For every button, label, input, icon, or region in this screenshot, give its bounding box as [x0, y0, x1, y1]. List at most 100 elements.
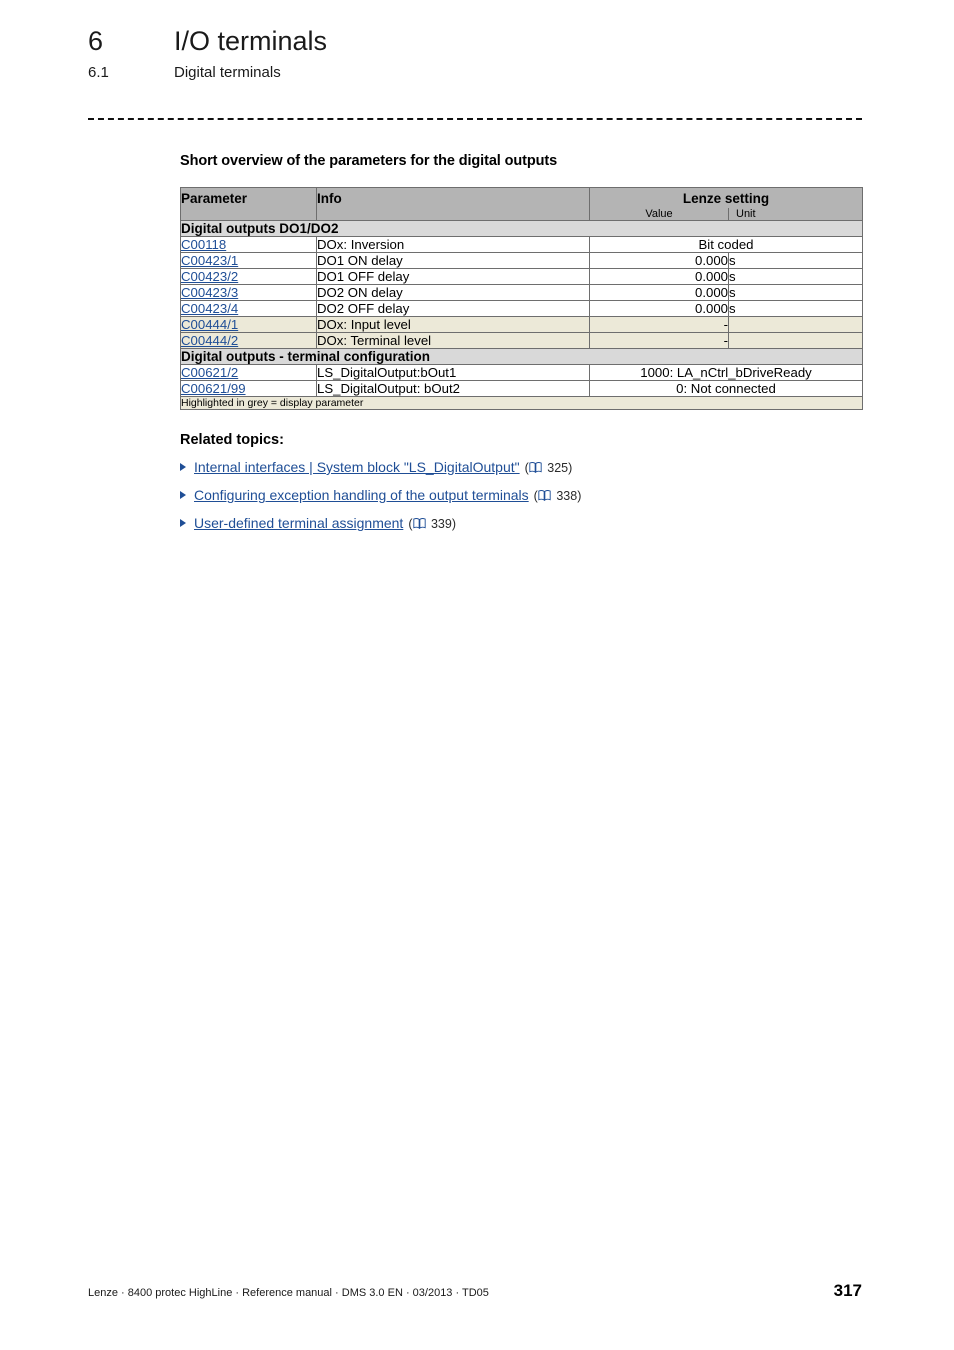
page-reference: ( 325) — [524, 461, 573, 475]
footer-text: Lenze · 8400 protec HighLine · Reference… — [88, 1287, 489, 1299]
table-row: C00118 DOx: Inversion Bit coded — [180, 236, 864, 253]
table-cell-parameter: C00118 — [180, 236, 317, 253]
related-topics-section: Related topics: Internal interfaces | Sy… — [180, 432, 862, 531]
table-cell-parameter: C00423/2 — [180, 268, 317, 285]
page-reference-number: 338 — [552, 489, 578, 503]
table-cell-info: DO1 ON delay — [316, 252, 590, 269]
table-cell-info: DOx: Input level — [316, 316, 590, 333]
table-cell-parameter: C00621/2 — [180, 364, 317, 381]
related-topic-item[interactable]: User-defined terminal assignment ( 339) — [180, 515, 862, 531]
related-topic-link[interactable]: Internal interfaces | System block "LS_D… — [194, 459, 520, 475]
table-cell-unit: s — [727, 284, 864, 301]
table-cell-parameter: C00444/2 — [180, 332, 317, 349]
table-cell-parameter: C00444/1 — [180, 316, 317, 333]
page-reference-number: 325 — [543, 461, 569, 475]
parameter-link[interactable]: C00118 — [181, 237, 226, 252]
table-cell-info: DO2 OFF delay — [316, 300, 590, 317]
column-subheader-unit: Unit — [727, 208, 864, 221]
parameter-link[interactable]: C00621/99 — [181, 381, 246, 396]
column-subheader-info-blank — [316, 208, 590, 221]
table-foot: Highlighted in grey = display parameter — [179, 396, 864, 410]
table-row: C00423/3 DO2 ON delay 0.000 s — [180, 284, 864, 301]
table-cell-unit — [727, 332, 864, 349]
table-cell-info: DOx: Inversion — [316, 236, 590, 253]
table-cell-value: Bit coded — [588, 236, 864, 253]
book-icon — [412, 517, 428, 531]
parameter-link[interactable]: C00423/2 — [181, 269, 238, 284]
related-topic-link[interactable]: User-defined terminal assignment — [194, 515, 403, 531]
bullet-arrow-icon — [180, 463, 186, 471]
table-cell-unit: s — [727, 300, 864, 317]
page-reference-number: 339 — [427, 517, 452, 531]
related-topic-item[interactable]: Configuring exception handling of the ou… — [180, 487, 862, 503]
table-row: C00423/2 DO1 OFF delay 0.000 s — [180, 268, 864, 285]
book-icon — [529, 461, 544, 475]
section-number: 6.1 — [88, 64, 109, 81]
footer-page-number: 317 — [833, 1281, 862, 1300]
table-cell-info: LS_DigitalOutput:bOut1 — [316, 364, 590, 381]
table-cell-unit: s — [727, 252, 864, 269]
page-content: Short overview of the parameters for the… — [179, 152, 864, 543]
chapter-title: I/O terminals — [174, 26, 328, 56]
parameter-link[interactable]: C00423/4 — [181, 301, 238, 316]
table-cell-unit: s — [727, 268, 864, 285]
table-footnote: Highlighted in grey = display parameter — [179, 396, 864, 410]
related-topics-list: Internal interfaces | System block "LS_D… — [180, 459, 862, 531]
parameter-link[interactable]: C00444/2 — [181, 333, 238, 348]
related-topic-item[interactable]: Internal interfaces | System block "LS_D… — [180, 459, 862, 475]
column-subheader-value: Value — [589, 208, 729, 221]
column-header-lenze-setting: Lenze setting — [588, 187, 864, 208]
parameter-link[interactable]: C00621/2 — [181, 365, 238, 380]
book-icon — [538, 489, 553, 503]
section-heading: 6.1 Digital terminals — [88, 63, 878, 83]
table-head: Parameter Info Lenze setting Value Unit — [180, 187, 864, 221]
table-group-title: Digital outputs DO1/DO2 — [179, 220, 864, 237]
column-subheader-parameter-blank — [180, 208, 317, 221]
chapter-heading: 6 I/O terminals — [88, 24, 878, 58]
bullet-arrow-icon — [180, 519, 186, 527]
table-cell-value: - — [589, 316, 729, 333]
parameter-table: Parameter Info Lenze setting Value Unit … — [179, 187, 864, 410]
table-row: C00621/99 LS_DigitalOutput: bOut2 0: Not c… — [180, 380, 864, 397]
table-cell-value: 0.000 — [589, 268, 729, 285]
page-reference: ( 339) — [408, 517, 457, 531]
page-header: 6 I/O terminals 6.1 Digital terminals — [88, 24, 878, 83]
table-group-row: Digital outputs - terminal configuration — [179, 348, 864, 365]
table-cell-value: 0.000 — [589, 284, 729, 301]
table-header-row: Parameter Info Lenze setting — [180, 187, 864, 208]
parameter-link[interactable]: C00444/1 — [181, 317, 238, 332]
overview-heading: Short overview of the parameters for the… — [180, 153, 558, 169]
header-divider — [88, 118, 862, 120]
parameter-link[interactable]: C00423/1 — [181, 253, 238, 268]
table-cell-parameter: C00423/4 — [180, 300, 317, 317]
section-title: Digital terminals — [174, 64, 281, 81]
table-row: C00444/1 DOx: Input level - — [180, 316, 864, 333]
column-header-info: Info — [316, 187, 590, 208]
table-cell-value: - — [589, 332, 729, 349]
table-cell-parameter: C00423/1 — [180, 252, 317, 269]
column-header-parameter: Parameter — [180, 187, 317, 208]
table-row: C00423/1 DO1 ON delay 0.000 s — [180, 252, 864, 269]
bullet-arrow-icon — [180, 491, 186, 499]
parameter-link[interactable]: C00423/3 — [181, 285, 238, 300]
table-body: Digital outputs DO1/DO2 C00118 DOx: Invers… — [179, 220, 864, 397]
chapter-number: 6 — [88, 26, 104, 56]
related-topic-link[interactable]: Configuring exception handling of the ou… — [194, 487, 529, 503]
table-cell-value: 0.000 — [589, 252, 729, 269]
table-cell-info: DO2 ON delay — [316, 284, 590, 301]
table-group-title: Digital outputs - terminal configuration — [179, 348, 864, 365]
table-cell-parameter: C00621/99 — [180, 380, 317, 397]
page-footer: Lenze · 8400 protec HighLine · Reference… — [88, 1281, 862, 1301]
document-page: 6 I/O terminals 6.1 Digital terminals Sh… — [0, 0, 954, 1350]
table-row: C00423/4 DO2 OFF delay 0.000 s — [180, 300, 864, 317]
table-footnote-row: Highlighted in grey = display parameter — [179, 396, 864, 410]
table-cell-value: 0: Not connected — [588, 380, 864, 397]
table-cell-value: 1000: LA_nCtrl_bDriveReady — [588, 364, 864, 381]
table-row: C00621/2 LS_DigitalOutput:bOut1 1000: LA_n… — [180, 364, 864, 381]
table-cell-parameter: C00423/3 — [180, 284, 317, 301]
table-cell-info: DOx: Terminal level — [316, 332, 590, 349]
page-reference: ( 338) — [533, 489, 582, 503]
related-topics-heading: Related topics: — [180, 432, 284, 448]
table-row: C00444/2 DOx: Terminal level - — [180, 332, 864, 349]
table-cell-info: LS_DigitalOutput: bOut2 — [316, 380, 590, 397]
